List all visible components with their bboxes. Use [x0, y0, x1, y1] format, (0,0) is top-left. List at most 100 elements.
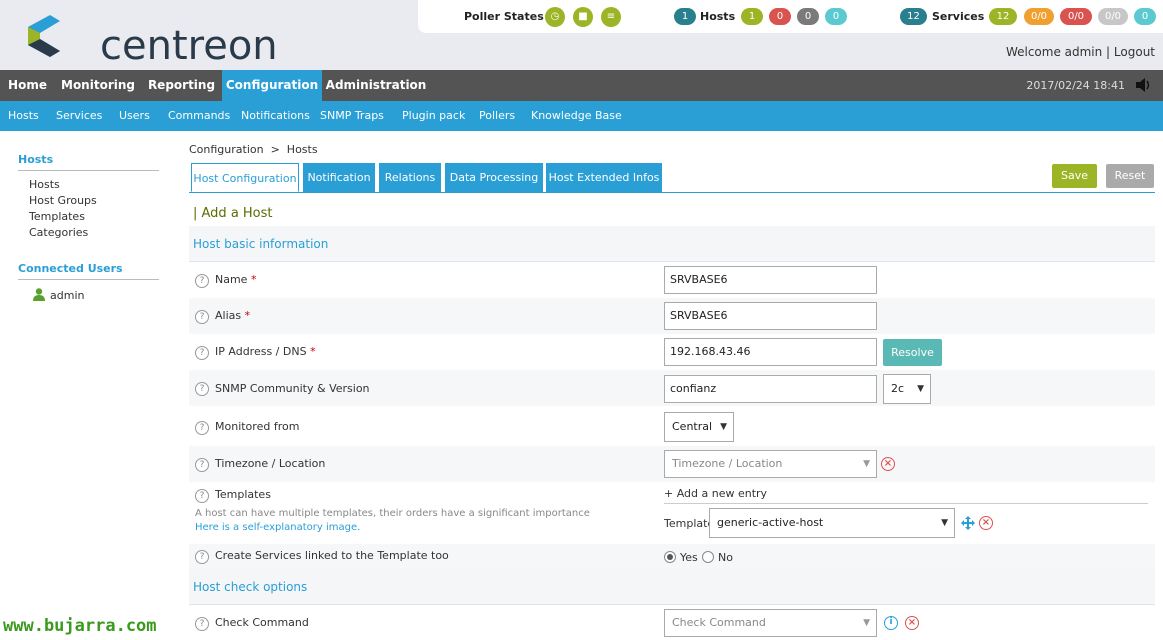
- clear-check-command-icon[interactable]: ×: [905, 616, 919, 630]
- clear-timezone-icon[interactable]: ×: [881, 457, 895, 471]
- hosts-down-badge[interactable]: 0: [769, 8, 791, 25]
- sidebar-item-host-groups[interactable]: Host Groups: [29, 194, 97, 207]
- services-ok-badge[interactable]: 12: [989, 8, 1017, 25]
- help-icon[interactable]: ?: [195, 346, 209, 360]
- timezone-select[interactable]: Timezone / Location ▼: [664, 450, 877, 478]
- nav-administration[interactable]: Administration: [322, 70, 430, 101]
- tab-relations[interactable]: Relations: [379, 163, 441, 192]
- tab-host-extended-infos[interactable]: Host Extended Infos: [546, 163, 662, 192]
- check-command-select[interactable]: Check Command ▼: [664, 609, 877, 637]
- sound-icon[interactable]: [1135, 78, 1151, 92]
- alias-label: Alias *: [215, 309, 251, 322]
- radio-no-label: No: [718, 551, 733, 564]
- tab-notification[interactable]: Notification: [303, 163, 375, 192]
- breadcrumb: Configuration > Hosts: [189, 143, 318, 156]
- services-warning-badge[interactable]: 0/0: [1024, 8, 1054, 25]
- help-icon[interactable]: ?: [195, 421, 209, 435]
- radio-yes[interactable]: [664, 551, 676, 563]
- hosts-label: Hosts: [700, 10, 736, 23]
- services-pending-badge[interactable]: 0: [1134, 8, 1156, 25]
- page-title: | Add a Host: [193, 206, 273, 221]
- row-name: ? Name * SRVBASE6: [189, 262, 1155, 298]
- sidebar-item-templates[interactable]: Templates: [29, 210, 85, 223]
- section-host-check-options: Host check options: [189, 569, 1155, 605]
- subnav-notifications[interactable]: Notifications: [241, 101, 310, 131]
- help-icon[interactable]: ?: [195, 458, 209, 472]
- add-new-entry-link[interactable]: + Add a new entry: [664, 487, 767, 500]
- centreon-logo[interactable]: centreon: [18, 13, 278, 69]
- sidebar-item-categories[interactable]: Categories: [29, 226, 88, 239]
- reset-button[interactable]: Reset: [1106, 164, 1154, 188]
- move-icon[interactable]: [961, 516, 975, 530]
- templates-divider: [664, 503, 1148, 504]
- poller-clock-icon[interactable]: ◷: [545, 7, 565, 27]
- monitored-from-value: Central: [672, 420, 713, 433]
- caret-down-icon: ▼: [863, 618, 870, 628]
- sidebar-user-admin[interactable]: admin: [50, 289, 84, 302]
- services-count-badge[interactable]: 12: [900, 8, 927, 25]
- row-ip-address: ? IP Address / DNS * 192.168.43.46 Resol…: [189, 334, 1155, 370]
- help-icon[interactable]: ?: [195, 382, 209, 396]
- nav-monitoring[interactable]: Monitoring: [55, 70, 141, 101]
- timezone-label: Timezone / Location: [215, 457, 326, 470]
- welcome-logout[interactable]: Welcome admin | Logout: [1006, 45, 1155, 59]
- subnav-pollers[interactable]: Pollers: [479, 101, 515, 131]
- subnav-services[interactable]: Services: [56, 101, 102, 131]
- hosts-pending-badge[interactable]: 0: [825, 8, 847, 25]
- sidebar-divider: [18, 170, 159, 171]
- header: centreon Poller States ◷ ■ ≡ 1 Hosts 1 0…: [0, 0, 1163, 70]
- snmp-label: SNMP Community & Version: [215, 382, 370, 395]
- snmp-version-select[interactable]: 2c ▼: [883, 374, 931, 404]
- subnav-knowledge-base[interactable]: Knowledge Base: [531, 101, 622, 131]
- radio-yes-dot: [667, 554, 673, 560]
- resolve-button[interactable]: Resolve: [883, 339, 942, 366]
- user-icon: [33, 288, 45, 301]
- subnav-hosts[interactable]: Hosts: [8, 101, 39, 131]
- alias-input[interactable]: SRVBASE6: [664, 302, 877, 330]
- hosts-up-badge[interactable]: 1: [741, 8, 763, 25]
- sidebar: Hosts Hosts Host Groups Templates Catego…: [0, 131, 170, 611]
- save-button[interactable]: Save: [1052, 164, 1097, 188]
- tab-underline: [189, 192, 1155, 193]
- services-unknown-badge[interactable]: 0/0: [1098, 8, 1128, 25]
- help-icon[interactable]: ?: [195, 550, 209, 564]
- snmp-community-input[interactable]: confianz: [664, 375, 877, 403]
- poller-database-icon[interactable]: ■: [573, 7, 593, 27]
- nav-configuration[interactable]: Configuration: [222, 70, 322, 101]
- radio-yes-label: Yes: [680, 551, 698, 564]
- subnav-plugin-pack[interactable]: Plugin pack: [402, 101, 465, 131]
- name-input[interactable]: SRVBASE6: [664, 266, 877, 294]
- nav-home[interactable]: Home: [0, 70, 55, 101]
- caret-down-icon: ▼: [941, 518, 948, 528]
- snmp-version-value: 2c: [891, 382, 905, 395]
- template-select[interactable]: generic-active-host ▼: [709, 508, 955, 538]
- services-critical-badge[interactable]: 0/0: [1060, 8, 1092, 25]
- hosts-unreachable-badge[interactable]: 0: [797, 8, 819, 25]
- row-timezone: ? Timezone / Location Timezone / Locatio…: [189, 446, 1155, 482]
- radio-no[interactable]: [702, 551, 714, 563]
- templates-image-link[interactable]: Here is a self-explanatory image.: [195, 522, 360, 533]
- tab-host-configuration[interactable]: Host Configuration: [191, 163, 299, 192]
- help-icon[interactable]: ?: [195, 310, 209, 324]
- tab-data-processing[interactable]: Data Processing: [445, 163, 543, 192]
- monitored-from-select[interactable]: Central ▼: [664, 412, 734, 442]
- sub-nav: Hosts Services Users Commands Notificati…: [0, 101, 1163, 131]
- row-check-command: ? Check Command Check Command ▼ i ×: [189, 605, 1155, 640]
- help-icon[interactable]: ?: [195, 617, 209, 631]
- info-icon[interactable]: i: [884, 616, 898, 630]
- subnav-users[interactable]: Users: [119, 101, 150, 131]
- row-templates: ? Templates A host can have multiple tem…: [189, 484, 1155, 544]
- nav-reporting[interactable]: Reporting: [141, 70, 222, 101]
- subnav-commands[interactable]: Commands: [168, 101, 230, 131]
- help-icon[interactable]: ?: [195, 489, 209, 503]
- sidebar-item-hosts[interactable]: Hosts: [29, 178, 60, 191]
- hosts-count-badge[interactable]: 1: [674, 8, 696, 25]
- poller-stack-icon[interactable]: ≡: [601, 7, 621, 27]
- subnav-snmp-traps[interactable]: SNMP Traps: [320, 101, 384, 131]
- help-icon[interactable]: ?: [195, 274, 209, 288]
- check-command-label: Check Command: [215, 616, 309, 629]
- templates-note: A host can have multiple templates, thei…: [195, 508, 590, 519]
- caret-down-icon: ▼: [917, 384, 924, 394]
- remove-template-icon[interactable]: ×: [979, 516, 993, 530]
- ip-address-input[interactable]: 192.168.43.46: [664, 338, 877, 366]
